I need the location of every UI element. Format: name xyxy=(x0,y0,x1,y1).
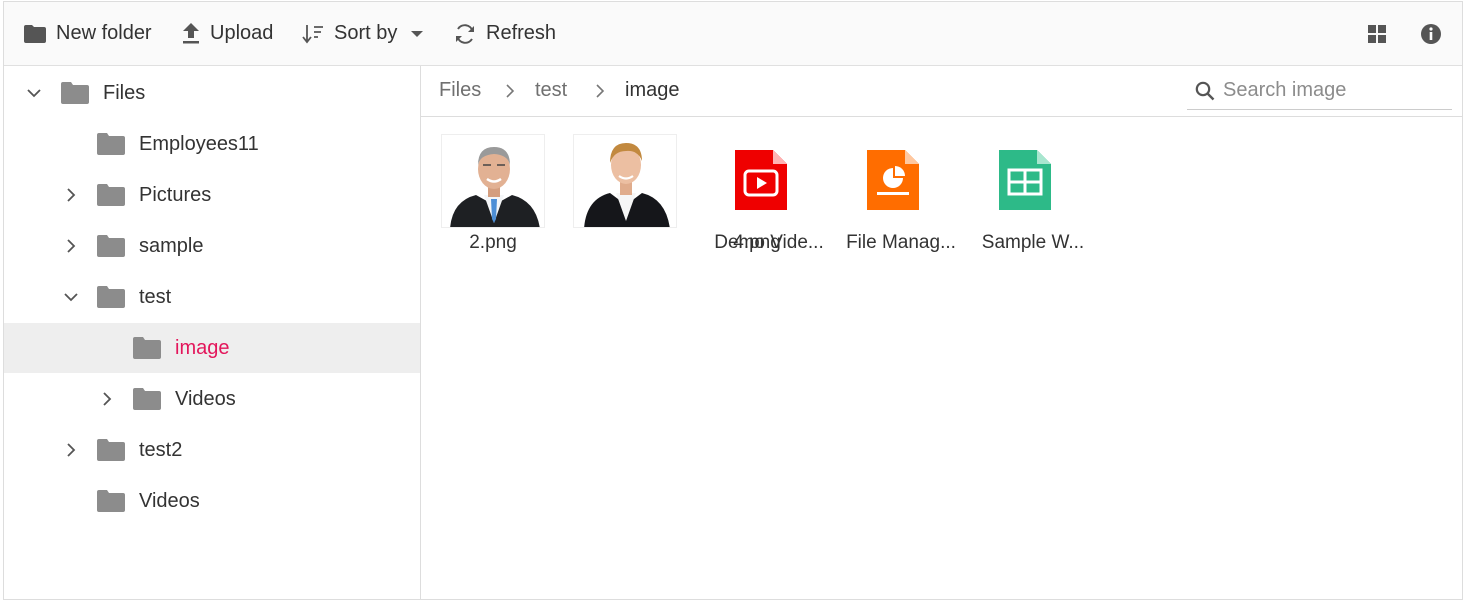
grid-view-button[interactable] xyxy=(1360,14,1394,54)
tree-node-sample[interactable]: sample xyxy=(4,221,420,271)
info-icon xyxy=(1421,23,1441,44)
sort-by-button[interactable]: Sort by xyxy=(294,14,431,54)
refresh-button[interactable]: Refresh xyxy=(446,14,564,54)
file-item-2-png[interactable]: 2.png xyxy=(421,134,547,264)
folder-icon xyxy=(97,286,125,308)
new-folder-label: New folder xyxy=(56,22,152,44)
folder-icon xyxy=(97,439,125,461)
details-button[interactable] xyxy=(1414,14,1448,54)
search-icon xyxy=(1195,81,1215,101)
breadcrumb-bar: Files test image xyxy=(421,66,1462,117)
file-manager: New folder Upload Sort by Refresh Files … xyxy=(3,1,1463,600)
file-grid: 2.png 4.png Demo Vide... File Manag... S… xyxy=(421,118,1462,599)
upload-icon xyxy=(183,22,199,43)
spreadsheet-file-icon xyxy=(999,150,1051,210)
file-item-demo-video[interactable]: Demo Vide... xyxy=(685,134,824,264)
breadcrumb-item-image: image xyxy=(625,79,680,101)
refresh-icon xyxy=(456,23,474,44)
breadcrumb-item-test[interactable]: test xyxy=(535,79,567,102)
tree-node-test-videos[interactable]: Videos xyxy=(4,374,420,424)
tree-node-test[interactable]: test xyxy=(4,272,420,322)
folder-icon xyxy=(97,133,125,155)
folder-icon xyxy=(97,490,125,512)
tree-node-test2[interactable]: test2 xyxy=(4,425,420,475)
breadcrumb-item-files[interactable]: Files xyxy=(439,79,481,102)
tree-node-label: sample xyxy=(139,234,204,257)
file-item-4-png[interactable]: 4.png xyxy=(553,134,781,264)
folder-icon xyxy=(133,388,161,410)
tree-node-image[interactable]: image xyxy=(4,323,420,373)
chevron-down-icon[interactable] xyxy=(61,287,81,307)
chevron-right-icon[interactable] xyxy=(61,236,81,256)
tree-node-label: image xyxy=(175,336,230,359)
chevron-right-icon xyxy=(596,84,605,98)
presentation-file-icon xyxy=(867,150,919,210)
image-thumbnail xyxy=(441,134,545,228)
folder-icon xyxy=(61,82,89,104)
folder-icon xyxy=(24,24,46,43)
tree-node-videos[interactable]: Videos xyxy=(4,476,420,526)
tree-node-employees11[interactable]: Employees11 xyxy=(4,119,420,169)
chevron-down-icon[interactable] xyxy=(24,83,44,103)
navigation-pane: Files Employees11 Pictures sample test i… xyxy=(4,66,421,599)
tree-node-label: test2 xyxy=(139,438,183,461)
tree-node-label: Videos xyxy=(139,489,200,512)
tree-node-label: test xyxy=(139,285,172,308)
tree-node-files[interactable]: Files xyxy=(4,68,420,118)
file-name: 2.png xyxy=(469,232,517,253)
upload-button[interactable]: Upload xyxy=(174,14,281,54)
refresh-label: Refresh xyxy=(486,22,557,44)
search-box xyxy=(1187,70,1452,110)
file-item-sample-w[interactable]: Sample W... xyxy=(949,134,1084,264)
toolbar: New folder Upload Sort by Refresh xyxy=(4,2,1462,66)
chevron-right-icon[interactable] xyxy=(61,440,81,460)
folder-icon xyxy=(133,337,161,359)
new-folder-button[interactable]: New folder xyxy=(16,14,160,54)
caret-down-icon xyxy=(411,30,424,37)
chevron-right-icon[interactable] xyxy=(97,389,117,409)
video-file-icon xyxy=(735,150,787,210)
folder-icon xyxy=(97,184,125,206)
tree-node-label: Employees11 xyxy=(139,132,259,155)
person-photo-icon xyxy=(574,135,676,227)
folder-icon xyxy=(97,235,125,257)
chevron-right-icon xyxy=(506,84,515,98)
image-thumbnail xyxy=(573,134,677,228)
upload-label: Upload xyxy=(210,22,274,44)
sort-by-label: Sort by xyxy=(334,22,398,44)
search-input[interactable] xyxy=(1223,76,1443,104)
person-photo-icon xyxy=(442,135,544,227)
tree-node-label: Files xyxy=(103,81,146,104)
grid-view-icon xyxy=(1368,24,1386,43)
file-name: Sample W... xyxy=(981,232,1085,253)
sort-icon xyxy=(302,24,323,43)
tree-node-pictures[interactable]: Pictures xyxy=(4,170,420,220)
tree-node-label: Videos xyxy=(175,387,236,410)
chevron-right-icon[interactable] xyxy=(61,185,81,205)
file-item-file-manager[interactable]: File Manag... xyxy=(817,134,956,264)
tree-node-label: Pictures xyxy=(139,183,212,206)
